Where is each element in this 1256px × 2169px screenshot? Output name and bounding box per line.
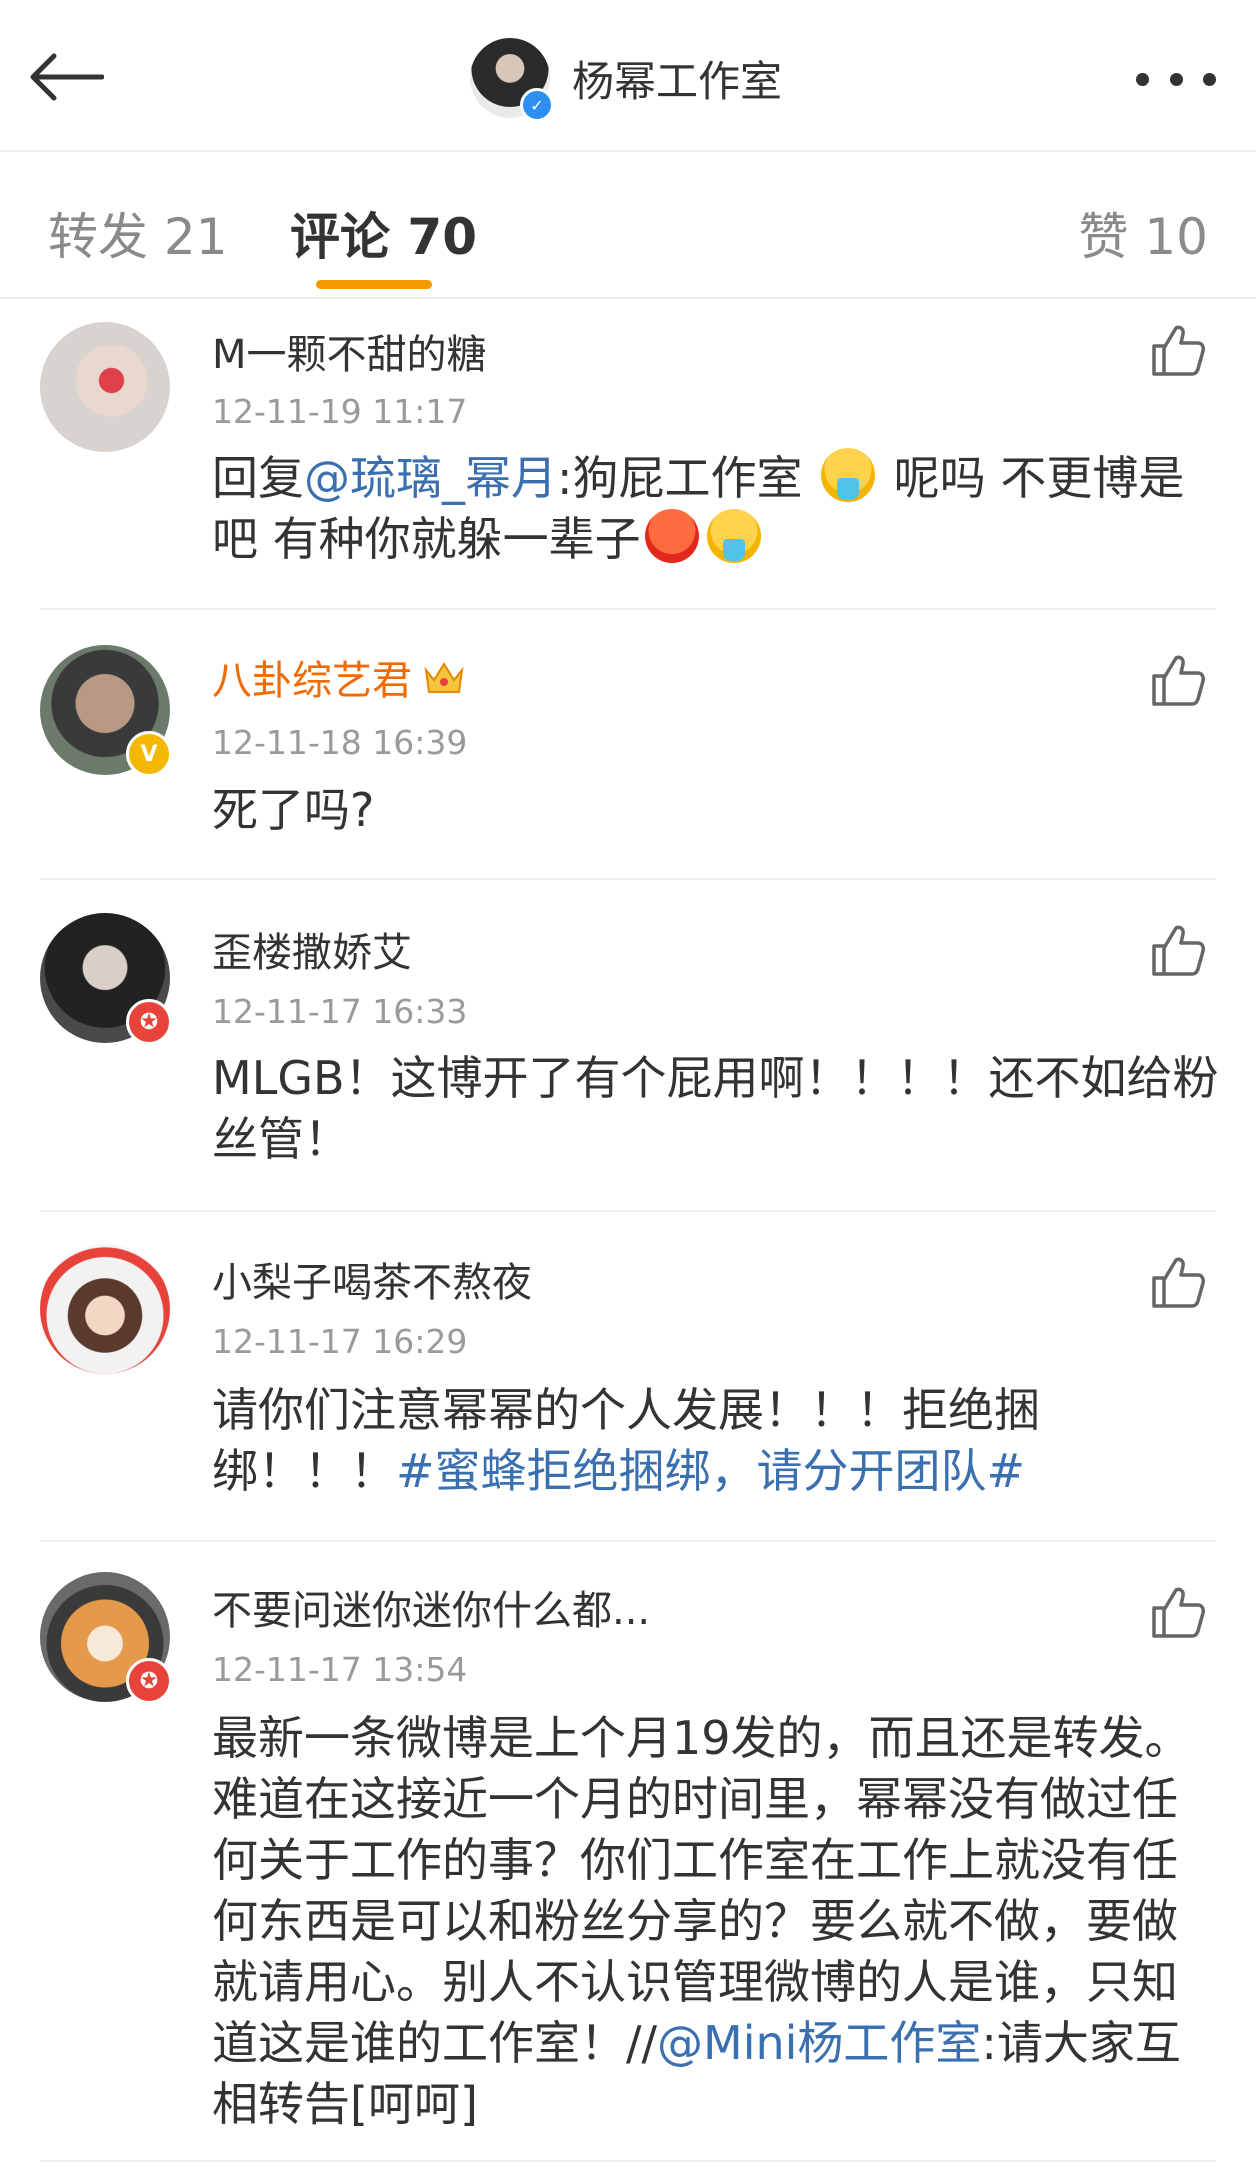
verified-v-icon: V — [126, 731, 172, 777]
thumbs-up-icon[interactable] — [1150, 1254, 1206, 1310]
avatar[interactable] — [40, 1244, 170, 1374]
avatar[interactable]: ✪ — [40, 1572, 172, 1704]
avatar[interactable]: ✪ — [40, 913, 172, 1045]
comment-username[interactable]: 不要问迷你迷你什么都... — [212, 1578, 650, 1636]
comment-text-part: :狗屁工作室 — [557, 451, 818, 505]
crown-icon — [424, 662, 464, 693]
comment-timestamp: 12-11-19 11:17 — [212, 392, 468, 431]
comment-text: 死了吗? — [212, 783, 375, 837]
comment-username[interactable]: 歪楼撒娇艾 — [212, 920, 412, 978]
verified-check-icon: ✓ — [520, 88, 554, 122]
more-dots-icon — [1136, 72, 1149, 86]
reply-prefix: 回复 — [212, 451, 304, 505]
divider — [40, 2160, 1216, 2162]
comment-timestamp: 12-11-18 16:39 — [212, 723, 468, 762]
thumbs-up-icon[interactable] — [1150, 922, 1206, 978]
avatar[interactable]: V — [40, 645, 172, 777]
mention-link[interactable]: @琉璃_幂月 — [304, 451, 557, 505]
page-title: 杨幂工作室 — [572, 56, 783, 106]
comment-timestamp: 12-11-17 13:54 — [212, 1650, 468, 1689]
comment-username[interactable]: M一颗不甜的糖 — [212, 322, 487, 380]
comment-text: 最新一条微博是上个月19发的，而且还是转发。难道在这接近一个月的时间里，幂幂没有… — [212, 1708, 1222, 2135]
comment-timestamp: 12-11-17 16:33 — [212, 992, 468, 1031]
comment-text: 回复@琉璃_幂月:狗屁工作室 呢吗 不更博是吧 有种你就躲一辈子 — [212, 448, 1222, 570]
verified-star-icon: ✪ — [126, 1658, 172, 1704]
account-avatar[interactable]: ✓ — [470, 38, 554, 122]
vomit-emoji-icon — [821, 448, 876, 502]
back-button[interactable] — [28, 42, 118, 112]
hashtag-link[interactable]: #蜜蜂拒绝捆绑，请分开团队# — [396, 1444, 1025, 1498]
tab-comments[interactable]: 评论 70 — [290, 197, 477, 269]
comment-username[interactable]: 小梨子喝茶不熬夜 — [212, 1250, 532, 1308]
account-title[interactable]: ✓ 杨幂工作室 — [470, 36, 783, 122]
comment-timestamp: 12-11-17 16:29 — [212, 1322, 468, 1361]
tab-bar: 转发 21 评论 70 赞 10 — [0, 152, 1256, 299]
avatar[interactable] — [40, 322, 170, 452]
thumbs-up-icon[interactable] — [1150, 322, 1206, 378]
divider — [40, 878, 1216, 880]
more-options-button[interactable] — [1136, 54, 1216, 104]
divider — [40, 1210, 1216, 1212]
comment-text: MLGB！这博开了有个屁用啊！！！！还不如给粉丝管！ — [212, 1051, 1219, 1166]
divider — [40, 608, 1216, 610]
thumbs-up-icon[interactable] — [1150, 652, 1206, 708]
tab-reposts[interactable]: 转发 21 — [48, 197, 228, 269]
verified-star-icon: ✪ — [126, 999, 172, 1045]
comment-username[interactable]: 八卦综艺君 — [212, 648, 466, 706]
thumbs-up-icon[interactable] — [1150, 1584, 1206, 1640]
username-text: 八卦综艺君 — [212, 658, 412, 704]
top-bar: ✓ 杨幂工作室 — [0, 0, 1256, 152]
more-dots-icon — [1203, 72, 1216, 86]
vomit-emoji-icon — [706, 509, 761, 563]
active-tab-indicator — [316, 280, 432, 289]
more-dots-icon — [1169, 72, 1183, 86]
mention-link[interactable]: @Mini杨工作室 — [657, 2016, 981, 2070]
tab-likes[interactable]: 赞 10 — [1078, 197, 1208, 269]
angry-emoji-icon — [644, 509, 699, 563]
divider — [40, 1540, 1216, 1542]
comment-text: 请你们注意幂幂的个人发展！！！拒绝捆绑！！！#蜜蜂拒绝捆绑，请分开团队# — [212, 1380, 1222, 1502]
arrow-left-icon — [30, 53, 104, 101]
